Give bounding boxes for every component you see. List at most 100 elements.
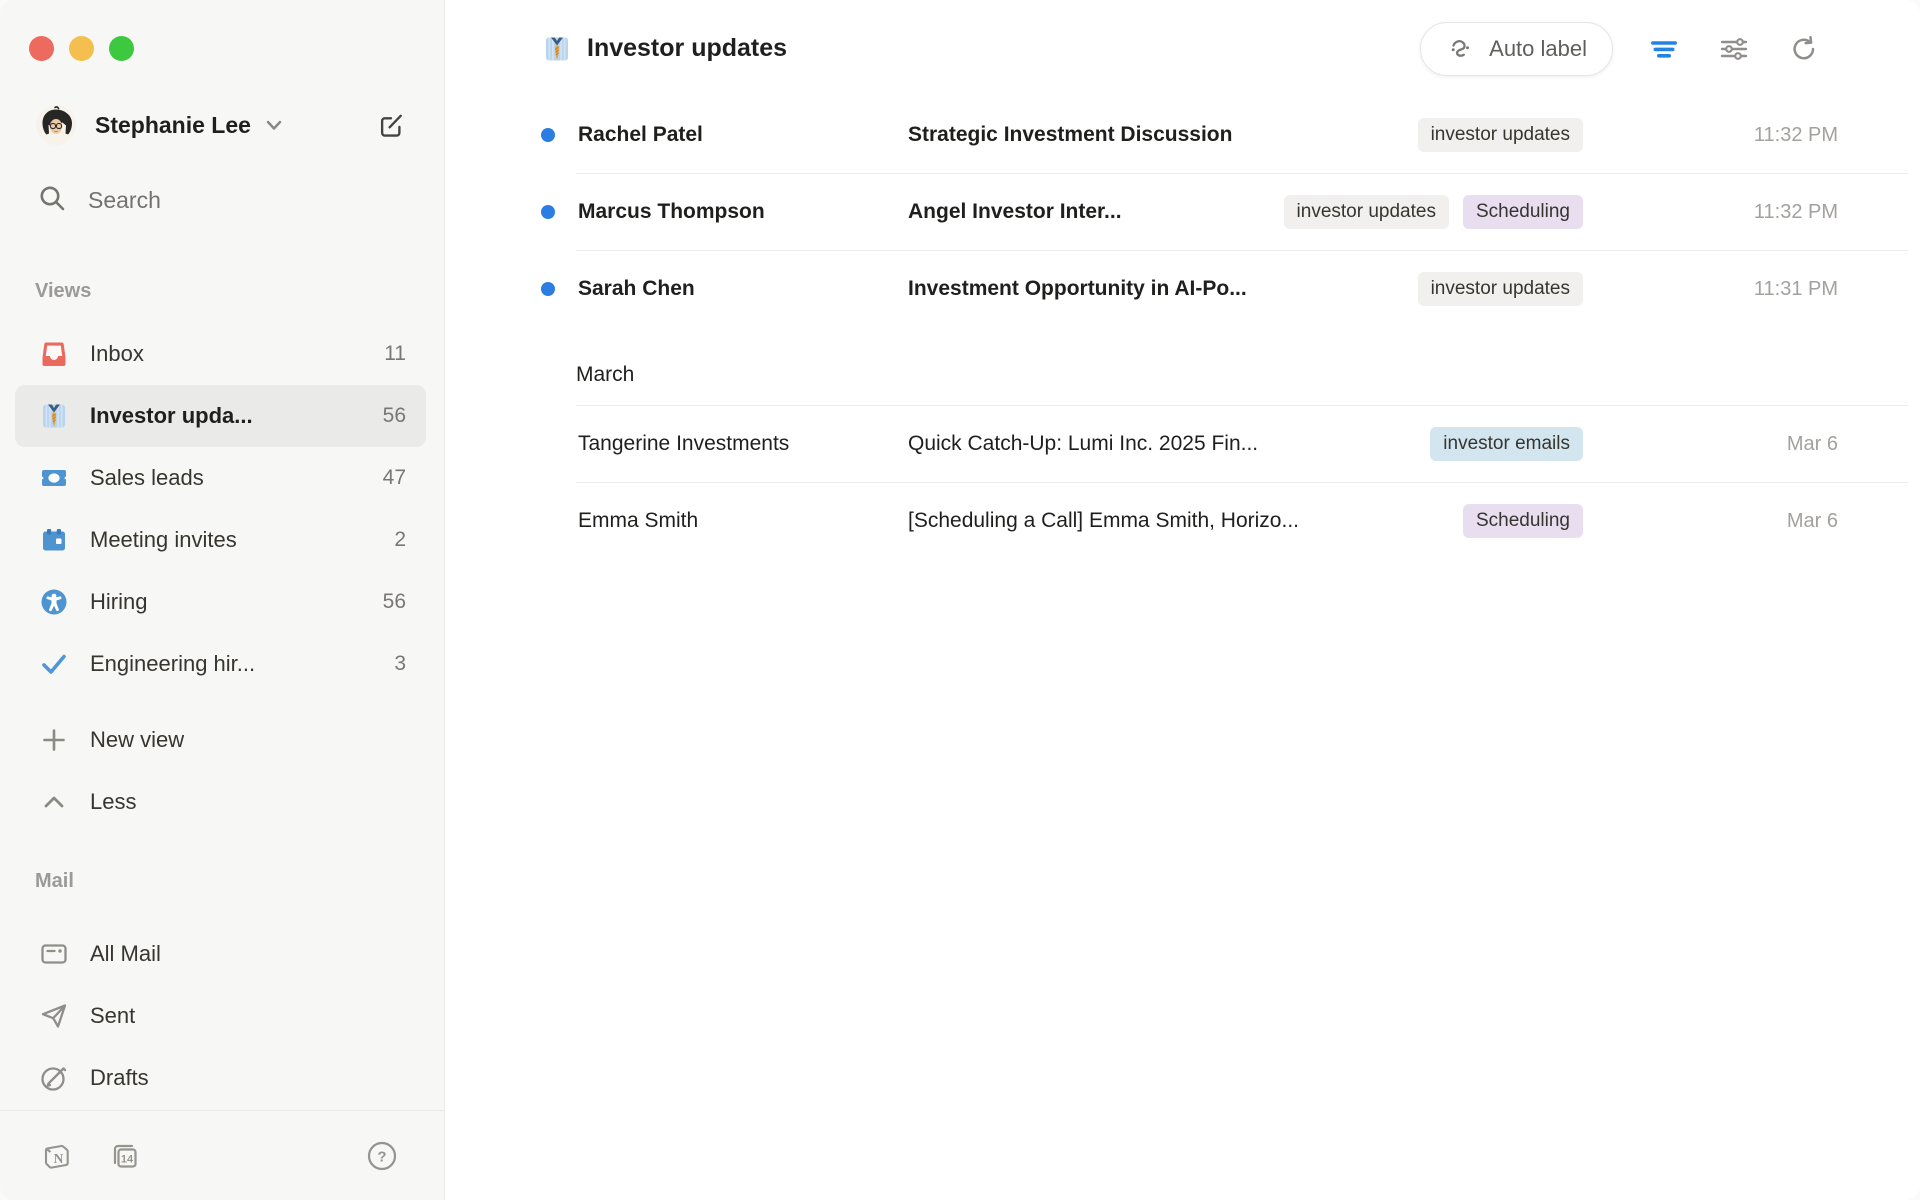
unread-dot xyxy=(541,205,555,219)
sidebar-item-inbox[interactable]: Inbox 11 xyxy=(15,323,426,385)
email-time: Mar 6 xyxy=(1583,433,1838,456)
email-subject: Investment Opportunity in AI-Po... xyxy=(908,277,1247,301)
email-subject: Strategic Investment Discussion xyxy=(908,123,1232,147)
email-sender: Tangerine Investments xyxy=(578,432,883,456)
email-tags: investor updates xyxy=(1398,118,1583,152)
email-subject: [Scheduling a Call] Emma Smith, Horizo..… xyxy=(908,509,1299,533)
sidebar-item-label: Drafts xyxy=(90,1065,149,1091)
search-icon xyxy=(37,183,67,218)
views-section-label: Views xyxy=(0,279,444,303)
drafts-icon xyxy=(39,1063,69,1093)
sidebar-item-count: 2 xyxy=(394,528,406,552)
mail-section-label: Mail xyxy=(0,869,444,893)
profile-row: Stephanie Lee xyxy=(0,101,444,149)
avatar[interactable] xyxy=(36,105,76,145)
email-subject: Quick Catch-Up: Lumi Inc. 2025 Fin... xyxy=(908,432,1258,456)
sidebar-item-meeting-invites[interactable]: Meeting invites 2 xyxy=(15,509,426,571)
sidebar-item-hiring[interactable]: Hiring 56 xyxy=(15,571,426,633)
sidebar-item-label: Less xyxy=(90,789,136,815)
email-tags: investor emails xyxy=(1410,427,1583,461)
header-actions: Auto label xyxy=(1420,22,1823,76)
email-row-sarah-chen[interactable]: Sarah Chen Investment Opportunity in AI-… xyxy=(445,251,1920,327)
email-time: 11:32 PM xyxy=(1583,201,1838,224)
check-icon xyxy=(39,649,69,679)
auto-label-label: Auto label xyxy=(1489,36,1587,62)
sidebar-item-label: Sales leads xyxy=(90,465,204,491)
inbox-icon xyxy=(39,339,69,369)
unread-dot xyxy=(541,128,555,142)
sidebar-item-all-mail[interactable]: All Mail xyxy=(15,923,426,985)
email-subject-area: [Scheduling a Call] Emma Smith, Horizo..… xyxy=(908,504,1583,538)
email-row-rachel-patel[interactable]: Rachel Patel Strategic Investment Discus… xyxy=(445,97,1920,173)
sidebar-item-new-view[interactable]: New view xyxy=(15,709,426,771)
sidebar-item-drafts[interactable]: Drafts xyxy=(15,1047,426,1109)
sidebar-item-label: Investor upda... xyxy=(90,403,253,429)
auto-label-icon xyxy=(1446,34,1476,64)
mail-list: All Mail Sent Drafts xyxy=(0,923,444,1109)
email-tags: investor updates Scheduling xyxy=(1264,195,1583,229)
tag-investor-updates[interactable]: investor updates xyxy=(1418,272,1583,306)
sidebar-item-count: 11 xyxy=(384,342,406,366)
auto-label-button[interactable]: Auto label xyxy=(1420,22,1613,76)
tag-investor-emails[interactable]: investor emails xyxy=(1430,427,1583,461)
plus-icon xyxy=(39,725,69,755)
search-button[interactable]: Search xyxy=(0,177,444,223)
sidebar-item-sent[interactable]: Sent xyxy=(15,985,426,1047)
notion-icon[interactable]: N xyxy=(40,1139,74,1173)
svg-text:N: N xyxy=(54,1151,64,1166)
sidebar-item-count: 47 xyxy=(383,466,406,490)
app-window: Stephanie Lee Search Views xyxy=(0,0,1920,1200)
tag-scheduling[interactable]: Scheduling xyxy=(1463,504,1583,538)
profile-name[interactable]: Stephanie Lee xyxy=(95,112,251,139)
sidebar-item-less[interactable]: Less xyxy=(15,771,426,833)
sidebar-item-count: 56 xyxy=(383,590,406,614)
sidebar-item-count: 3 xyxy=(394,652,406,676)
email-sender: Sarah Chen xyxy=(578,277,883,301)
minimize-window-button[interactable] xyxy=(69,36,94,61)
calendar-icon xyxy=(39,525,69,555)
sidebar-item-label: Inbox xyxy=(90,341,144,367)
email-row-emma-smith[interactable]: Emma Smith [Scheduling a Call] Emma Smit… xyxy=(445,483,1920,559)
window-controls xyxy=(0,0,444,61)
sidebar-item-label: All Mail xyxy=(90,941,161,967)
help-button[interactable]: ? xyxy=(365,1139,399,1173)
tag-scheduling[interactable]: Scheduling xyxy=(1463,195,1583,229)
email-time: Mar 6 xyxy=(1583,510,1838,533)
refresh-icon[interactable] xyxy=(1785,30,1823,68)
accessibility-icon xyxy=(39,587,69,617)
svg-text:?: ? xyxy=(377,1148,386,1165)
all-mail-icon xyxy=(39,939,69,969)
sidebar-item-label: Meeting invites xyxy=(90,527,237,553)
main-header: Investor updates Auto label xyxy=(445,0,1920,97)
necktie-icon xyxy=(39,401,69,431)
chevron-up-icon xyxy=(39,787,69,817)
email-tags: investor updates xyxy=(1398,272,1583,306)
unread-dot xyxy=(541,282,555,296)
zoom-window-button[interactable] xyxy=(109,36,134,61)
email-tags: Scheduling xyxy=(1443,504,1583,538)
main-panel: Investor updates Auto label xyxy=(445,0,1920,1200)
sidebar-item-engineering-hir[interactable]: Engineering hir... 3 xyxy=(15,633,426,695)
email-subject-area: Investment Opportunity in AI-Po... inves… xyxy=(908,272,1583,306)
sidebar-item-investor-upda[interactable]: Investor upda... 56 xyxy=(15,385,426,447)
tag-investor-updates[interactable]: investor updates xyxy=(1284,195,1449,229)
sidebar-footer: N 14 ? xyxy=(0,1110,444,1200)
email-subject-area: Angel Investor Inter... investor updates… xyxy=(908,195,1583,229)
notion-calendar-icon[interactable]: 14 xyxy=(108,1139,142,1173)
sidebar-item-label: Engineering hir... xyxy=(90,651,255,677)
money-icon xyxy=(39,463,69,493)
close-window-button[interactable] xyxy=(29,36,54,61)
email-row-tangerine-investments[interactable]: Tangerine Investments Quick Catch-Up: Lu… xyxy=(445,406,1920,482)
filter-icon[interactable] xyxy=(1645,30,1683,68)
group-header-march: March xyxy=(445,327,1920,405)
email-sender: Rachel Patel xyxy=(578,123,883,147)
sidebar: Stephanie Lee Search Views xyxy=(0,0,445,1200)
compose-button[interactable] xyxy=(377,111,405,139)
display-options-icon[interactable] xyxy=(1715,30,1753,68)
email-row-marcus-thompson[interactable]: Marcus Thompson Angel Investor Inter... … xyxy=(445,174,1920,250)
tag-investor-updates[interactable]: investor updates xyxy=(1418,118,1583,152)
sidebar-item-sales-leads[interactable]: Sales leads 47 xyxy=(15,447,426,509)
email-time: 11:31 PM xyxy=(1583,278,1838,301)
sidebar-item-label: New view xyxy=(90,727,184,753)
email-subject-area: Quick Catch-Up: Lumi Inc. 2025 Fin... in… xyxy=(908,427,1583,461)
